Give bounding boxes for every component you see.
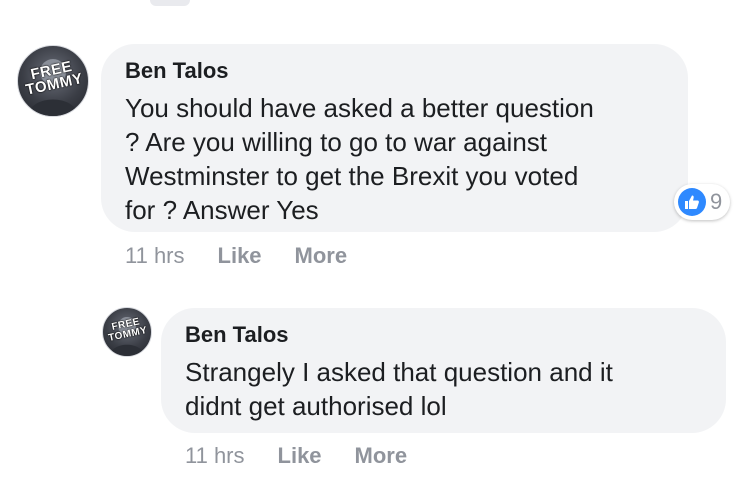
comment-author[interactable]: Ben Talos (125, 58, 229, 84)
previous-comment-edge (150, 0, 190, 6)
more-link[interactable]: More (295, 243, 348, 269)
like-link[interactable]: Like (278, 443, 322, 469)
comment-author[interactable]: Ben Talos (185, 322, 289, 348)
avatar[interactable]: FREE TOMMY (17, 45, 89, 117)
avatar[interactable]: FREE TOMMY (102, 307, 152, 357)
comment-timestamp[interactable]: 11 hrs (185, 443, 245, 469)
comment-timestamp[interactable]: 11 hrs (125, 243, 185, 269)
more-link[interactable]: More (355, 443, 408, 469)
like-link[interactable]: Like (218, 243, 262, 269)
reaction-badge[interactable]: 9 (674, 184, 731, 220)
comment-actions: 11 hrs Like More (185, 443, 407, 469)
thumbs-up-icon (678, 188, 706, 216)
comment-text: Strangely I asked that question and it d… (185, 357, 613, 421)
reaction-count: 9 (710, 189, 723, 214)
comment-text: You should have asked a better question … (125, 93, 594, 225)
comment-actions: 11 hrs Like More (125, 243, 347, 269)
